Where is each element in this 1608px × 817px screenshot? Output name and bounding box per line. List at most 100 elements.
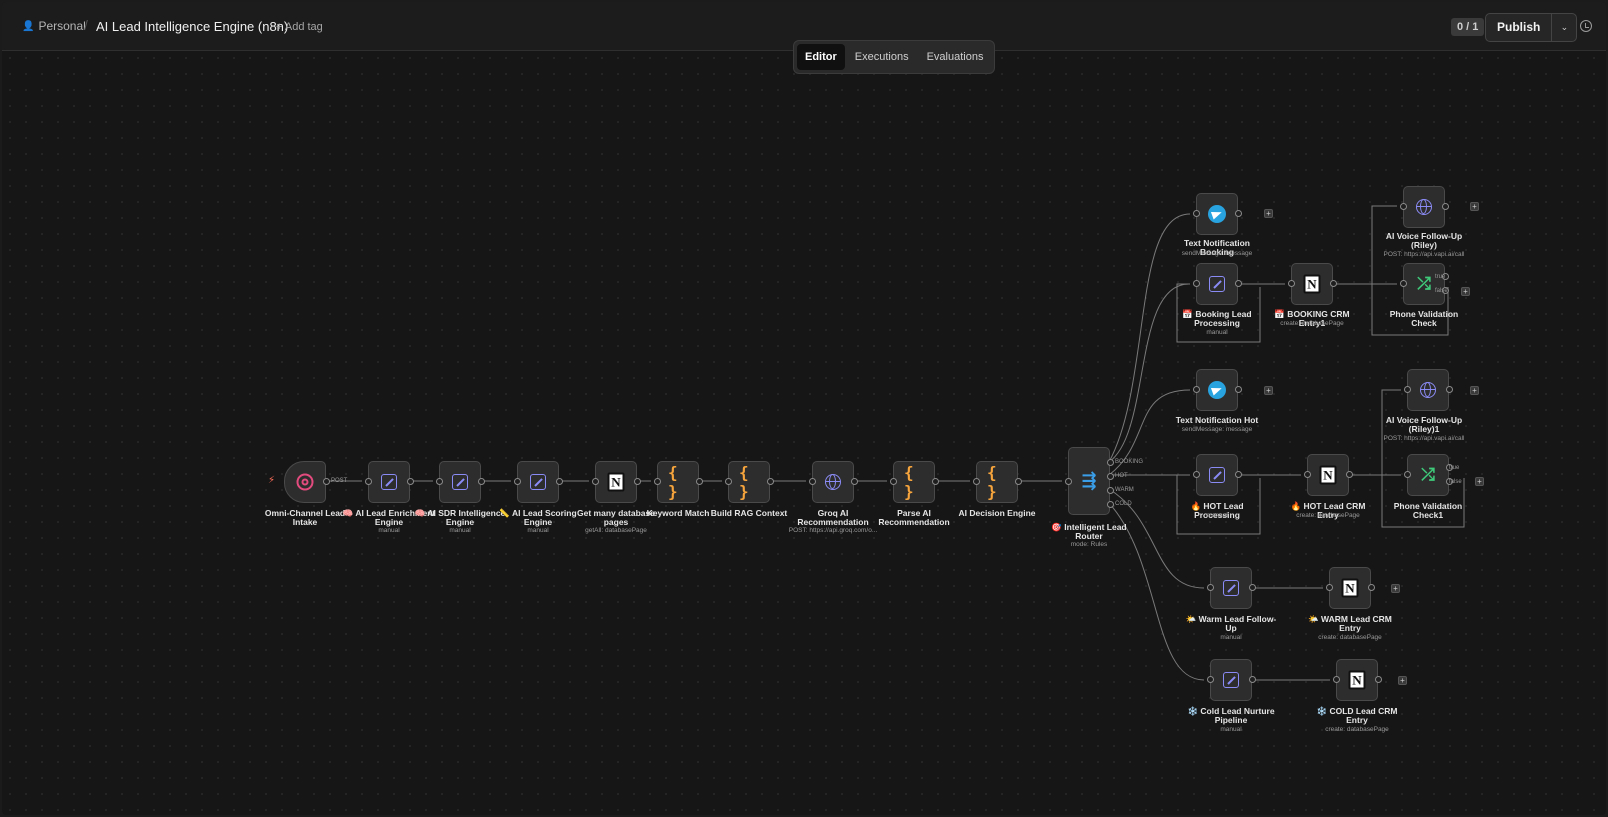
output-port[interactable] [1346,471,1353,478]
input-port[interactable] [1304,471,1311,478]
output-port[interactable] [932,478,939,485]
output-port[interactable] [1330,280,1337,287]
output-port[interactable] [1235,210,1242,217]
add-node-button[interactable]: + [1461,287,1470,296]
node-getmany[interactable]: N [592,461,641,503]
input-port[interactable] [1207,676,1214,683]
output-port[interactable] [556,478,563,485]
node-warm-crm[interactable]: N [1326,567,1375,609]
add-node-button[interactable]: + [1264,386,1273,395]
input-port[interactable] [1207,584,1214,591]
node-subtitle: sendMessage: message [1181,426,1253,433]
input-port[interactable] [725,478,732,485]
input-port[interactable] [1065,478,1072,485]
node-parse[interactable]: { } [890,461,939,503]
input-port[interactable] [654,478,661,485]
node-phone-check[interactable]: ⤮ [1400,263,1449,305]
node-rag[interactable]: { } [725,461,774,503]
add-node-button[interactable]: + [1398,676,1407,685]
node-tn-booking[interactable] [1193,193,1242,235]
pencil-icon [1209,467,1225,483]
output-port[interactable] [1375,676,1382,683]
input-port[interactable] [1400,203,1407,210]
edge-label-true: true [1435,274,1446,280]
pencil-icon [1209,276,1225,292]
code-braces-icon: { } [668,463,678,501]
input-port[interactable] [1193,210,1200,217]
output-port[interactable] [1368,584,1375,591]
node-subtitle: create: databasePage [1318,634,1382,641]
node-cold-crm[interactable]: N [1333,659,1382,701]
node-label: 🎯 Intelligent Lead Router [1051,522,1127,541]
output-port[interactable] [1249,676,1256,683]
input-port[interactable] [1193,280,1200,287]
node-voice-riley1[interactable] [1404,369,1453,411]
add-node-button[interactable]: + [1391,584,1400,593]
node-phone-check1[interactable]: ⤮ [1404,454,1453,496]
input-port[interactable] [809,478,816,485]
output-port[interactable] [323,478,330,485]
output-port[interactable] [851,478,858,485]
node-tn-hot[interactable] [1193,369,1242,411]
node-decision[interactable]: { } [973,461,1022,503]
output-port-hot[interactable] [1107,473,1114,480]
node-intake[interactable] [284,461,330,503]
node-label: ❄️ Cold Lead Nurture Pipeline [1187,706,1275,725]
node-cold-nurture[interactable] [1207,659,1256,701]
input-port[interactable] [436,478,443,485]
input-port[interactable] [514,478,521,485]
output-port[interactable] [1235,386,1242,393]
output-port[interactable] [1249,584,1256,591]
edge-label-hot: HOT [1115,473,1128,479]
notion-icon: N [1348,670,1366,690]
output-port[interactable] [478,478,485,485]
input-port[interactable] [1193,471,1200,478]
input-port[interactable] [1404,471,1411,478]
pencil-icon [452,474,468,490]
input-port[interactable] [1404,386,1411,393]
input-port[interactable] [1193,386,1200,393]
input-port[interactable] [592,478,599,485]
node-label: Build RAG Context [710,508,788,518]
output-port[interactable] [407,478,414,485]
output-port[interactable] [767,478,774,485]
output-port[interactable] [1015,478,1022,485]
add-node-button[interactable]: + [1470,386,1479,395]
node-booking-crm[interactable]: N [1288,263,1337,305]
input-port[interactable] [1288,280,1295,287]
add-node-button[interactable]: + [1264,209,1273,218]
node-voice-riley[interactable] [1400,186,1449,228]
input-port[interactable] [890,478,897,485]
node-scoring[interactable] [514,461,563,503]
node-subtitle: create: databasePage [1325,726,1389,733]
output-port-cold[interactable] [1107,501,1114,508]
output-port[interactable] [634,478,641,485]
node-sdr[interactable] [436,461,485,503]
pencil-icon [1223,672,1239,688]
output-port[interactable] [1235,280,1242,287]
node-booking-proc[interactable] [1193,263,1242,305]
node-router[interactable]: ⇶ [1065,447,1114,515]
output-port[interactable] [1235,471,1242,478]
output-port[interactable] [1446,386,1453,393]
node-warm-follow[interactable] [1207,567,1256,609]
input-port[interactable] [973,478,980,485]
add-node-button[interactable]: + [1475,477,1484,486]
node-hot-crm[interactable]: N [1304,454,1353,496]
output-port[interactable] [696,478,703,485]
node-groq[interactable] [809,461,858,503]
webhook-icon [296,473,314,491]
input-port[interactable] [1326,584,1333,591]
node-enrich[interactable] [365,461,414,503]
code-braces-icon: { } [987,463,997,501]
input-port[interactable] [365,478,372,485]
input-port[interactable] [1333,676,1340,683]
node-keyword[interactable]: { } [654,461,703,503]
code-braces-icon: { } [904,463,914,501]
output-port[interactable] [1442,203,1449,210]
output-port-warm[interactable] [1107,487,1114,494]
input-port[interactable] [1400,280,1407,287]
node-hot-proc[interactable] [1193,454,1242,496]
add-node-button[interactable]: + [1470,202,1479,211]
output-port-booking[interactable] [1107,459,1114,466]
